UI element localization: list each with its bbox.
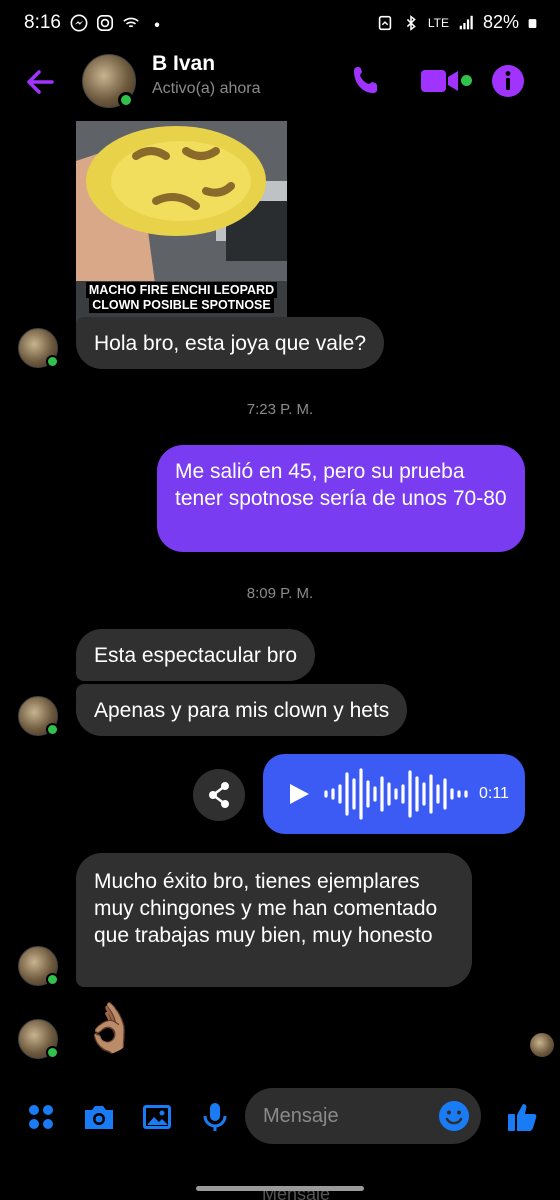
thumbs-up-icon[interactable] [505, 1100, 539, 1134]
camera-icon[interactable] [82, 1100, 116, 1134]
alarm-icon [378, 15, 392, 30]
read-receipt-avatar [530, 1033, 554, 1057]
microphone-icon[interactable] [198, 1100, 232, 1134]
message-composer [0, 1086, 560, 1146]
online-indicator [118, 92, 134, 108]
message-bubble-incoming[interactable]: Apenas y para mis clown y hets [76, 684, 408, 736]
message-bubble-incoming[interactable]: Hola bro, esta joya que vale? [76, 317, 385, 369]
apps-grid-icon[interactable] [24, 1100, 58, 1134]
system-icons: LTE 82% [376, 12, 538, 33]
back-arrow-icon[interactable] [20, 62, 60, 102]
battery-percent: 82% [482, 12, 519, 32]
bluetooth-icon [406, 14, 416, 31]
photo-caption: MACHO FIRE ENCHI LEOPARD CLOWN POSIBLE S… [76, 282, 287, 313]
notification-icons [70, 14, 166, 32]
waveform [324, 768, 468, 820]
voice-duration: 0:11 [479, 785, 509, 802]
info-icon[interactable] [491, 64, 525, 98]
online-indicator [46, 973, 59, 986]
wifi-calling-icon [123, 17, 139, 28]
online-indicator [46, 355, 59, 368]
dot-icon [154, 22, 160, 28]
network-type: LTE [427, 15, 449, 30]
photo-caption-line2: CLOWN POSIBLE SPOTNOSE [89, 297, 274, 313]
video-active-dot [461, 75, 472, 86]
timestamp: 7:23 P. M. [246, 401, 314, 418]
ok-hand-emoji-message[interactable]: 👌🏽 [80, 1001, 140, 1057]
phone-icon[interactable] [350, 64, 384, 98]
keyboard-preview-strip: Mensaje [0, 1182, 560, 1200]
message-bubble-incoming[interactable]: Mucho éxito bro, tienes ejemplares muy c… [76, 853, 472, 987]
video-call-icon[interactable] [420, 66, 460, 96]
gesture-nav-handle[interactable] [196, 1186, 364, 1191]
status-time: 8:16 [24, 12, 61, 33]
share-button[interactable] [193, 769, 245, 821]
message-bubble-incoming[interactable]: Esta espectacular bro [76, 629, 316, 681]
timestamp: 8:09 P. M. [246, 585, 314, 602]
battery-icon [528, 18, 537, 28]
voice-message[interactable]: 0:11 [263, 754, 525, 834]
play-icon[interactable] [287, 782, 311, 806]
photo-caption-line1: MACHO FIRE ENCHI LEOPARD [85, 282, 278, 298]
share-icon [209, 782, 229, 808]
emoji-icon[interactable] [438, 1100, 470, 1132]
photo-message[interactable]: MACHO FIRE ENCHI LEOPARD CLOWN POSIBLE S… [76, 121, 287, 335]
gallery-icon[interactable] [140, 1100, 174, 1134]
status-bar: 8:16 LTE 82% [0, 0, 560, 50]
contact-status: Activo(a) ahora [152, 80, 261, 97]
message-bubble-outgoing[interactable]: Me salió en 45, pero su prueba tener spo… [157, 445, 525, 552]
messenger-icon [70, 14, 88, 32]
online-indicator [46, 1046, 59, 1059]
instagram-icon [96, 14, 114, 32]
signal-icon [459, 15, 473, 29]
chat-header: B Ivan Activo(a) ahora [0, 50, 560, 114]
contact-name[interactable]: B Ivan [152, 52, 215, 76]
online-indicator [46, 723, 59, 736]
